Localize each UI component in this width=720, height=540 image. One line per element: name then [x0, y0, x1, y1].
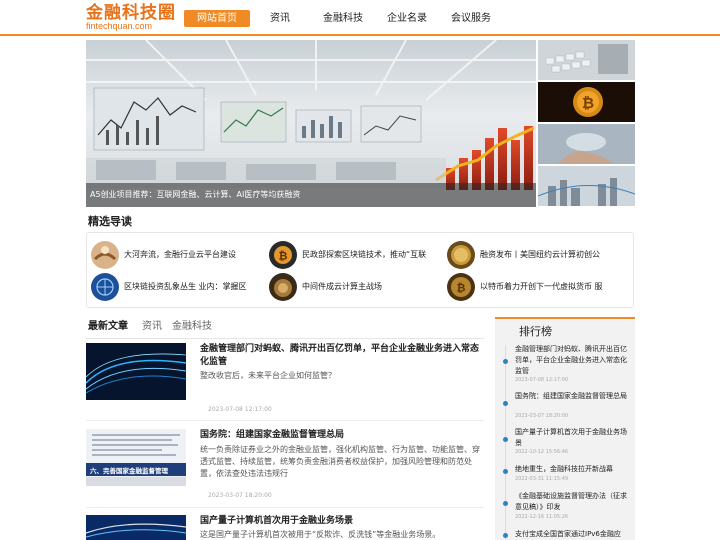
- ranking-title: 排行榜: [519, 325, 552, 338]
- light-waves-image: [86, 343, 186, 400]
- bitcoin-image: ₿: [538, 82, 635, 122]
- ranking-item-text[interactable]: 《金融基础设施监督管理办法（征求意见稿）》印发: [515, 491, 627, 513]
- ranking-item[interactable]: 《金融基础设施监督管理办法（征求意见稿）》印发 2022-12-16 11:05…: [495, 491, 635, 525]
- city-data-image: [538, 166, 635, 206]
- article-divider: [86, 507, 484, 508]
- featured-item-text: 民政部探索区块链技术，推动“互联: [302, 250, 427, 259]
- tabs-divider: [86, 338, 484, 339]
- bitcoin-coin-icon: ₿: [447, 273, 475, 301]
- site-logo[interactable]: 金融科技圈 fintechquan.com: [86, 3, 176, 32]
- featured-section-title: 精选导读: [88, 215, 132, 228]
- article-card[interactable]: 六、完善国家金融监督管理 国务院：组建国家金融监督管理总局 统一负责除证券业之外…: [86, 429, 484, 501]
- ranking-item[interactable]: 绝地重生，金融科技拉开新战幕 2022-03-31 11:15:49: [495, 464, 635, 486]
- featured-item[interactable]: 中间件成云计算主战场: [269, 273, 444, 301]
- featured-item-text: 大河奔流，金融行业云平台建设: [124, 250, 236, 259]
- ranking-item-text[interactable]: 绝地重生，金融科技拉开新战幕: [515, 464, 627, 475]
- ranking-item[interactable]: 国产量子计算机首次用于金融业务场景 2022-10-12 15:56:46: [495, 427, 635, 457]
- coin-icon: [269, 273, 297, 301]
- nav-item-home[interactable]: 网站首页: [184, 10, 250, 27]
- ranking-panel: 排行榜 金融管理部门对蚂蚁、腾讯开出百亿罚单，平台企业金融业务进入常态化监管 2…: [495, 317, 635, 540]
- hero-banner[interactable]: A5创业项目推荐：互联网金融、云计算、AI医疗等均获融资: [86, 40, 536, 207]
- ranking-item[interactable]: 国务院：组建国家金融监督管理总局 2023-03-07 18:20:00: [495, 391, 635, 421]
- handshake-icon: [91, 241, 119, 269]
- tab-latest[interactable]: 最新文章: [88, 320, 128, 334]
- featured-panel: 大河奔流，金融行业云平台建设 ₿ 民政部探索区块链技术，推动“互联 融资发布丨美…: [86, 232, 634, 308]
- article-summary: 统一负责除证券业之外的金融业监管，强化机构监管、行为监管、功能监管、穿透式监管、…: [200, 445, 480, 478]
- globe-network-icon: [91, 273, 119, 301]
- featured-item-text: 融资发布丨美国纽约云计算初创公: [480, 250, 600, 259]
- article-date: 2023-07-08 12:17:00: [208, 406, 272, 413]
- featured-item[interactable]: ₿ 民政部探索区块链技术，推动“互联: [269, 241, 444, 269]
- ranking-item[interactable]: 金融管理部门对蚂蚁、腾讯开出百亿罚单，平台企业金融业务进入常态化监管 2023-…: [495, 344, 635, 386]
- logo-domain: fintechquan.com: [86, 21, 153, 31]
- article-thumbnail[interactable]: 六、完善国家金融监督管理: [86, 429, 186, 486]
- hero-image: [86, 40, 536, 190]
- site-header: 金融科技圈 fintechquan.com 网站首页 资讯 金融科技 企业名录 …: [0, 0, 720, 36]
- article-title[interactable]: 金融管理部门对蚂蚁、腾讯开出百亿罚单，平台企业金融业务进入常态化监管: [200, 343, 484, 369]
- ranking-item[interactable]: 支付宝成全国首家通过IPv6金融应: [495, 529, 635, 540]
- article-date: 2023-03-07 18:20:00: [208, 492, 272, 499]
- hero-thumb-3[interactable]: [538, 124, 635, 164]
- featured-item[interactable]: 融资发布丨美国纽约云计算初创公: [447, 241, 622, 269]
- ranking-item-date: 2022-10-12 15:56:46: [515, 449, 569, 455]
- ranking-dot: [503, 533, 508, 538]
- ranking-item-date: 2022-03-31 11:15:49: [515, 476, 569, 482]
- quantum-image: [86, 515, 186, 540]
- logo-name: 金融科技圈: [86, 3, 176, 23]
- article-summary: 这是国产量子计算机首次被用于“反欺诈、反洗钱”等金融业务场景。: [200, 530, 441, 539]
- article-thumbnail[interactable]: [86, 515, 186, 540]
- ranking-item-date: 2023-07-08 12:17:00: [515, 377, 569, 383]
- ranking-dot: [503, 501, 508, 506]
- nav-item-fintech[interactable]: 金融科技: [320, 10, 366, 27]
- hero-thumb-4[interactable]: [538, 166, 635, 206]
- featured-item[interactable]: 大河奔流，金融行业云平台建设: [91, 241, 266, 269]
- article-divider: [86, 420, 484, 421]
- featured-item[interactable]: ₿ 以特币着力开创下一代虚拟货币 服: [447, 273, 622, 301]
- bitcoin-gold-icon: [447, 241, 475, 269]
- featured-item-text: 以特币着力开创下一代虚拟货币 服: [480, 282, 603, 291]
- article-image-caption: 六、完善国家金融监督管理: [90, 467, 168, 475]
- nav-item-directory[interactable]: 企业名录: [384, 10, 430, 27]
- article-title[interactable]: 国务院：组建国家金融监督管理总局: [200, 429, 484, 442]
- ranking-item-text[interactable]: 支付宝成全国首家通过IPv6金融应: [515, 529, 627, 540]
- keyboard-image: [538, 40, 635, 80]
- hero-thumb-2[interactable]: ₿: [538, 82, 635, 122]
- ranking-item-text[interactable]: 金融管理部门对蚂蚁、腾讯开出百亿罚单，平台企业金融业务进入常态化监管: [515, 344, 627, 377]
- hero-thumb-1[interactable]: [538, 40, 635, 80]
- nav-item-news[interactable]: 资讯: [264, 10, 296, 27]
- featured-item-text: 区块链投资乱象丛生 业内：掌握区: [124, 282, 247, 291]
- hand-network-image: [538, 124, 635, 164]
- nav-item-conference[interactable]: 会议服务: [448, 10, 494, 27]
- tab-news[interactable]: 资讯: [142, 320, 162, 334]
- document-image: [86, 429, 186, 486]
- article-card[interactable]: 金融管理部门对蚂蚁、腾讯开出百亿罚单，平台企业金融业务进入常态化监管 整改收官后…: [86, 343, 484, 413]
- article-summary: 整改收官后，未来平台企业如何监管？: [200, 371, 336, 380]
- featured-item-text: 中间件成云计算主战场: [302, 282, 382, 291]
- ranking-item-text[interactable]: 国产量子计算机首次用于金融业务场景: [515, 427, 627, 449]
- tab-fintech[interactable]: 金融科技: [172, 320, 212, 334]
- svg-text:₿: ₿: [279, 250, 288, 263]
- hero-caption[interactable]: A5创业项目推荐：互联网金融、云计算、AI医疗等均获融资: [86, 183, 536, 207]
- ranking-dot: [503, 437, 508, 442]
- ranking-item-date: 2022-12-16 11:05:26: [515, 514, 569, 520]
- ranking-dot: [503, 359, 508, 364]
- featured-item[interactable]: 区块链投资乱象丛生 业内：掌握区: [91, 273, 266, 301]
- svg-text:₿: ₿: [582, 94, 594, 112]
- ranking-dot: [503, 401, 508, 406]
- article-title[interactable]: 国产量子计算机首次用于金融业务场景: [200, 515, 484, 528]
- ranking-item-date: 2023-03-07 18:20:00: [515, 413, 569, 419]
- ranking-dot: [503, 469, 508, 474]
- article-thumbnail[interactable]: [86, 343, 186, 400]
- bitcoin-icon: ₿: [269, 241, 297, 269]
- svg-text:₿: ₿: [457, 282, 466, 295]
- article-card[interactable]: 国产量子计算机首次用于金融业务场景 这是国产量子计算机首次被用于“反欺诈、反洗钱…: [86, 515, 484, 540]
- ranking-item-text[interactable]: 国务院：组建国家金融监督管理总局: [515, 391, 627, 402]
